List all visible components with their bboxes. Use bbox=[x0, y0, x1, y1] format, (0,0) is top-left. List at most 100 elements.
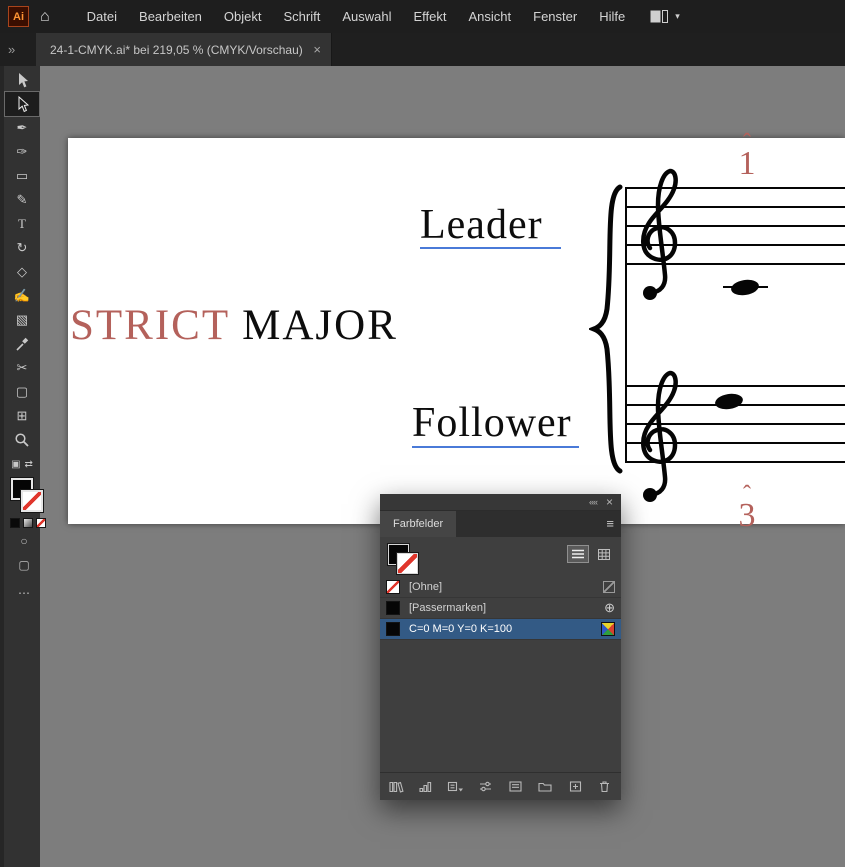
black-swatch-chip[interactable] bbox=[386, 622, 400, 636]
rotate-tool[interactable]: ↻ bbox=[5, 236, 39, 260]
noneditable-icon bbox=[603, 581, 615, 593]
perspective-grid-tool-icon: ⊞ bbox=[16, 408, 28, 423]
eraser-tool[interactable]: ◇ bbox=[5, 260, 39, 284]
major-text[interactable]: MAJOR bbox=[242, 302, 398, 349]
swatch-detail-button[interactable] bbox=[506, 777, 524, 795]
dock-expand-icon[interactable]: » bbox=[8, 33, 15, 66]
menu-auswahl[interactable]: Auswahl bbox=[331, 0, 402, 33]
tab-close-icon[interactable]: × bbox=[313, 42, 321, 57]
menu-fenster[interactable]: Fenster bbox=[522, 0, 588, 33]
eyedropper-tool-icon bbox=[16, 337, 29, 351]
swatch-options-button[interactable] bbox=[477, 777, 495, 795]
type-tool-icon: T bbox=[18, 216, 26, 231]
strict-text[interactable]: STRICT bbox=[70, 302, 230, 349]
selection-tool[interactable] bbox=[5, 68, 39, 92]
rectangle-tool[interactable]: ▭ bbox=[5, 164, 39, 188]
menu-schrift[interactable]: Schrift bbox=[273, 0, 332, 33]
draw-mode-icon[interactable]: ○ bbox=[4, 534, 44, 548]
none-button[interactable] bbox=[36, 518, 46, 528]
menu-bearbeiten[interactable]: Bearbeiten bbox=[128, 0, 213, 33]
eyedropper-tool[interactable] bbox=[5, 332, 39, 356]
swatch-row-none[interactable]: [Ohne] bbox=[380, 577, 621, 598]
menubar: Ai ⌂ Datei Bearbeiten Objekt Schrift Aus… bbox=[0, 0, 845, 33]
panel-titlebar[interactable]: «« × bbox=[380, 494, 621, 511]
artboard[interactable]: Leader STRICT MAJOR Follower ˆ 1 ˆ 3 bbox=[68, 131, 845, 533]
grid-view-icon bbox=[598, 548, 610, 560]
chevron-down-icon: ▾ bbox=[675, 11, 680, 21]
grid-view-button[interactable] bbox=[593, 545, 615, 563]
menu-ansicht[interactable]: Ansicht bbox=[458, 0, 523, 33]
workspace-switcher[interactable]: ▾ bbox=[650, 10, 680, 23]
curvature-tool[interactable]: ✑ bbox=[5, 140, 39, 164]
gradient-tool-icon: ▧ bbox=[15, 312, 29, 327]
panel-stroke-swatch[interactable] bbox=[396, 552, 419, 575]
stroke-color-swatch[interactable] bbox=[20, 489, 44, 513]
document-tab[interactable]: 24-1-CMYK.ai* bei 219,05 % (CMYK/Vorscha… bbox=[36, 33, 332, 66]
artboard-tool[interactable]: ▢ bbox=[5, 380, 39, 404]
swatch-libraries-button[interactable] bbox=[387, 777, 405, 795]
zoom-tool-icon bbox=[15, 433, 29, 447]
paintbrush-tool[interactable]: ✎ bbox=[5, 188, 39, 212]
follower-selection-underline bbox=[412, 446, 579, 448]
treble-clef-icon bbox=[632, 367, 690, 507]
close-panel-icon[interactable]: × bbox=[606, 495, 613, 509]
system-brace bbox=[589, 184, 623, 474]
degree-digit: 1 bbox=[738, 145, 756, 182]
gradient-button[interactable] bbox=[23, 518, 33, 528]
gradient-tool[interactable]: ▧ bbox=[5, 308, 39, 332]
new-color-group-icon bbox=[538, 782, 552, 792]
registration-icon: ⊕ bbox=[604, 600, 615, 615]
color-button[interactable] bbox=[10, 518, 20, 528]
pen-tool[interactable]: ✒ bbox=[5, 116, 39, 140]
swatch-row-black[interactable]: C=0 M=0 Y=0 K=100 bbox=[380, 619, 621, 640]
system-barline bbox=[625, 187, 627, 463]
scale-degree-3: ˆ 3 bbox=[730, 483, 764, 533]
swatch-kinds-button[interactable] bbox=[447, 777, 465, 795]
leader-selection-underline bbox=[420, 247, 561, 249]
swap-view-icon[interactable]: ⇄ bbox=[25, 459, 33, 470]
leader-text[interactable]: Leader bbox=[420, 202, 543, 248]
collapse-panel-icon[interactable]: «« bbox=[589, 497, 598, 507]
menu-effekt[interactable]: Effekt bbox=[402, 0, 457, 33]
pen-tool-icon: ✒ bbox=[16, 120, 28, 135]
shape-builder-tool[interactable]: ✍ bbox=[5, 284, 39, 308]
zoom-tool[interactable] bbox=[5, 428, 39, 452]
view-tools[interactable]: ▣ ⇄ bbox=[5, 452, 39, 476]
swatch-libraries-icon bbox=[389, 781, 404, 793]
panel-menu-icon[interactable]: ≡ bbox=[606, 517, 614, 531]
new-swatch-button[interactable] bbox=[566, 777, 584, 795]
swatch-label: [Ohne] bbox=[409, 581, 443, 593]
tab-farbfelder[interactable]: Farbfelder bbox=[380, 511, 457, 537]
screen-split-icon[interactable]: ▣ bbox=[11, 459, 20, 470]
artboard-tool-icon: ▢ bbox=[15, 384, 29, 399]
none-swatch-chip[interactable] bbox=[386, 580, 400, 594]
home-icon[interactable]: ⌂ bbox=[40, 0, 50, 33]
color-themes-button[interactable] bbox=[417, 777, 435, 795]
note-head-top[interactable] bbox=[729, 277, 761, 298]
scissors-tool[interactable]: ✂ bbox=[5, 356, 39, 380]
perspective-grid-tool[interactable]: ⊞ bbox=[5, 404, 39, 428]
swatch-detail-icon bbox=[509, 780, 522, 792]
registration-swatch-chip[interactable] bbox=[386, 601, 400, 615]
screen-mode-icon[interactable]: ▢ bbox=[4, 558, 44, 572]
illustrator-logo-icon[interactable]: Ai bbox=[8, 6, 29, 27]
follower-text[interactable]: Follower bbox=[412, 400, 572, 446]
note-head-bottom[interactable] bbox=[713, 391, 745, 412]
list-view-button[interactable] bbox=[567, 545, 589, 563]
new-color-group-button[interactable] bbox=[536, 777, 554, 795]
strict-major-text[interactable]: STRICT MAJOR bbox=[70, 302, 398, 349]
swatch-row-registration[interactable]: [Passermarken] ⊕ bbox=[380, 598, 621, 619]
type-tool[interactable]: T bbox=[5, 212, 39, 236]
menu-items: Datei Bearbeiten Objekt Schrift Auswahl … bbox=[76, 0, 637, 33]
color-mode-buttons bbox=[10, 518, 46, 528]
menu-hilfe[interactable]: Hilfe bbox=[588, 0, 636, 33]
menu-objekt[interactable]: Objekt bbox=[213, 0, 273, 33]
delete-swatch-button[interactable] bbox=[596, 777, 614, 795]
selection-arrow-icon bbox=[19, 72, 28, 87]
direct-selection-tool[interactable] bbox=[4, 91, 40, 117]
menu-datei[interactable]: Datei bbox=[76, 0, 128, 33]
paintbrush-tool-icon: ✎ bbox=[16, 192, 28, 207]
swatch-list: [Ohne] [Passermarken] ⊕ C=0 M=0 Y=0 K=10… bbox=[380, 577, 621, 640]
rectangle-tool-icon: ▭ bbox=[15, 168, 29, 183]
edit-toolbar-icon[interactable]: ⋯ bbox=[4, 586, 44, 600]
